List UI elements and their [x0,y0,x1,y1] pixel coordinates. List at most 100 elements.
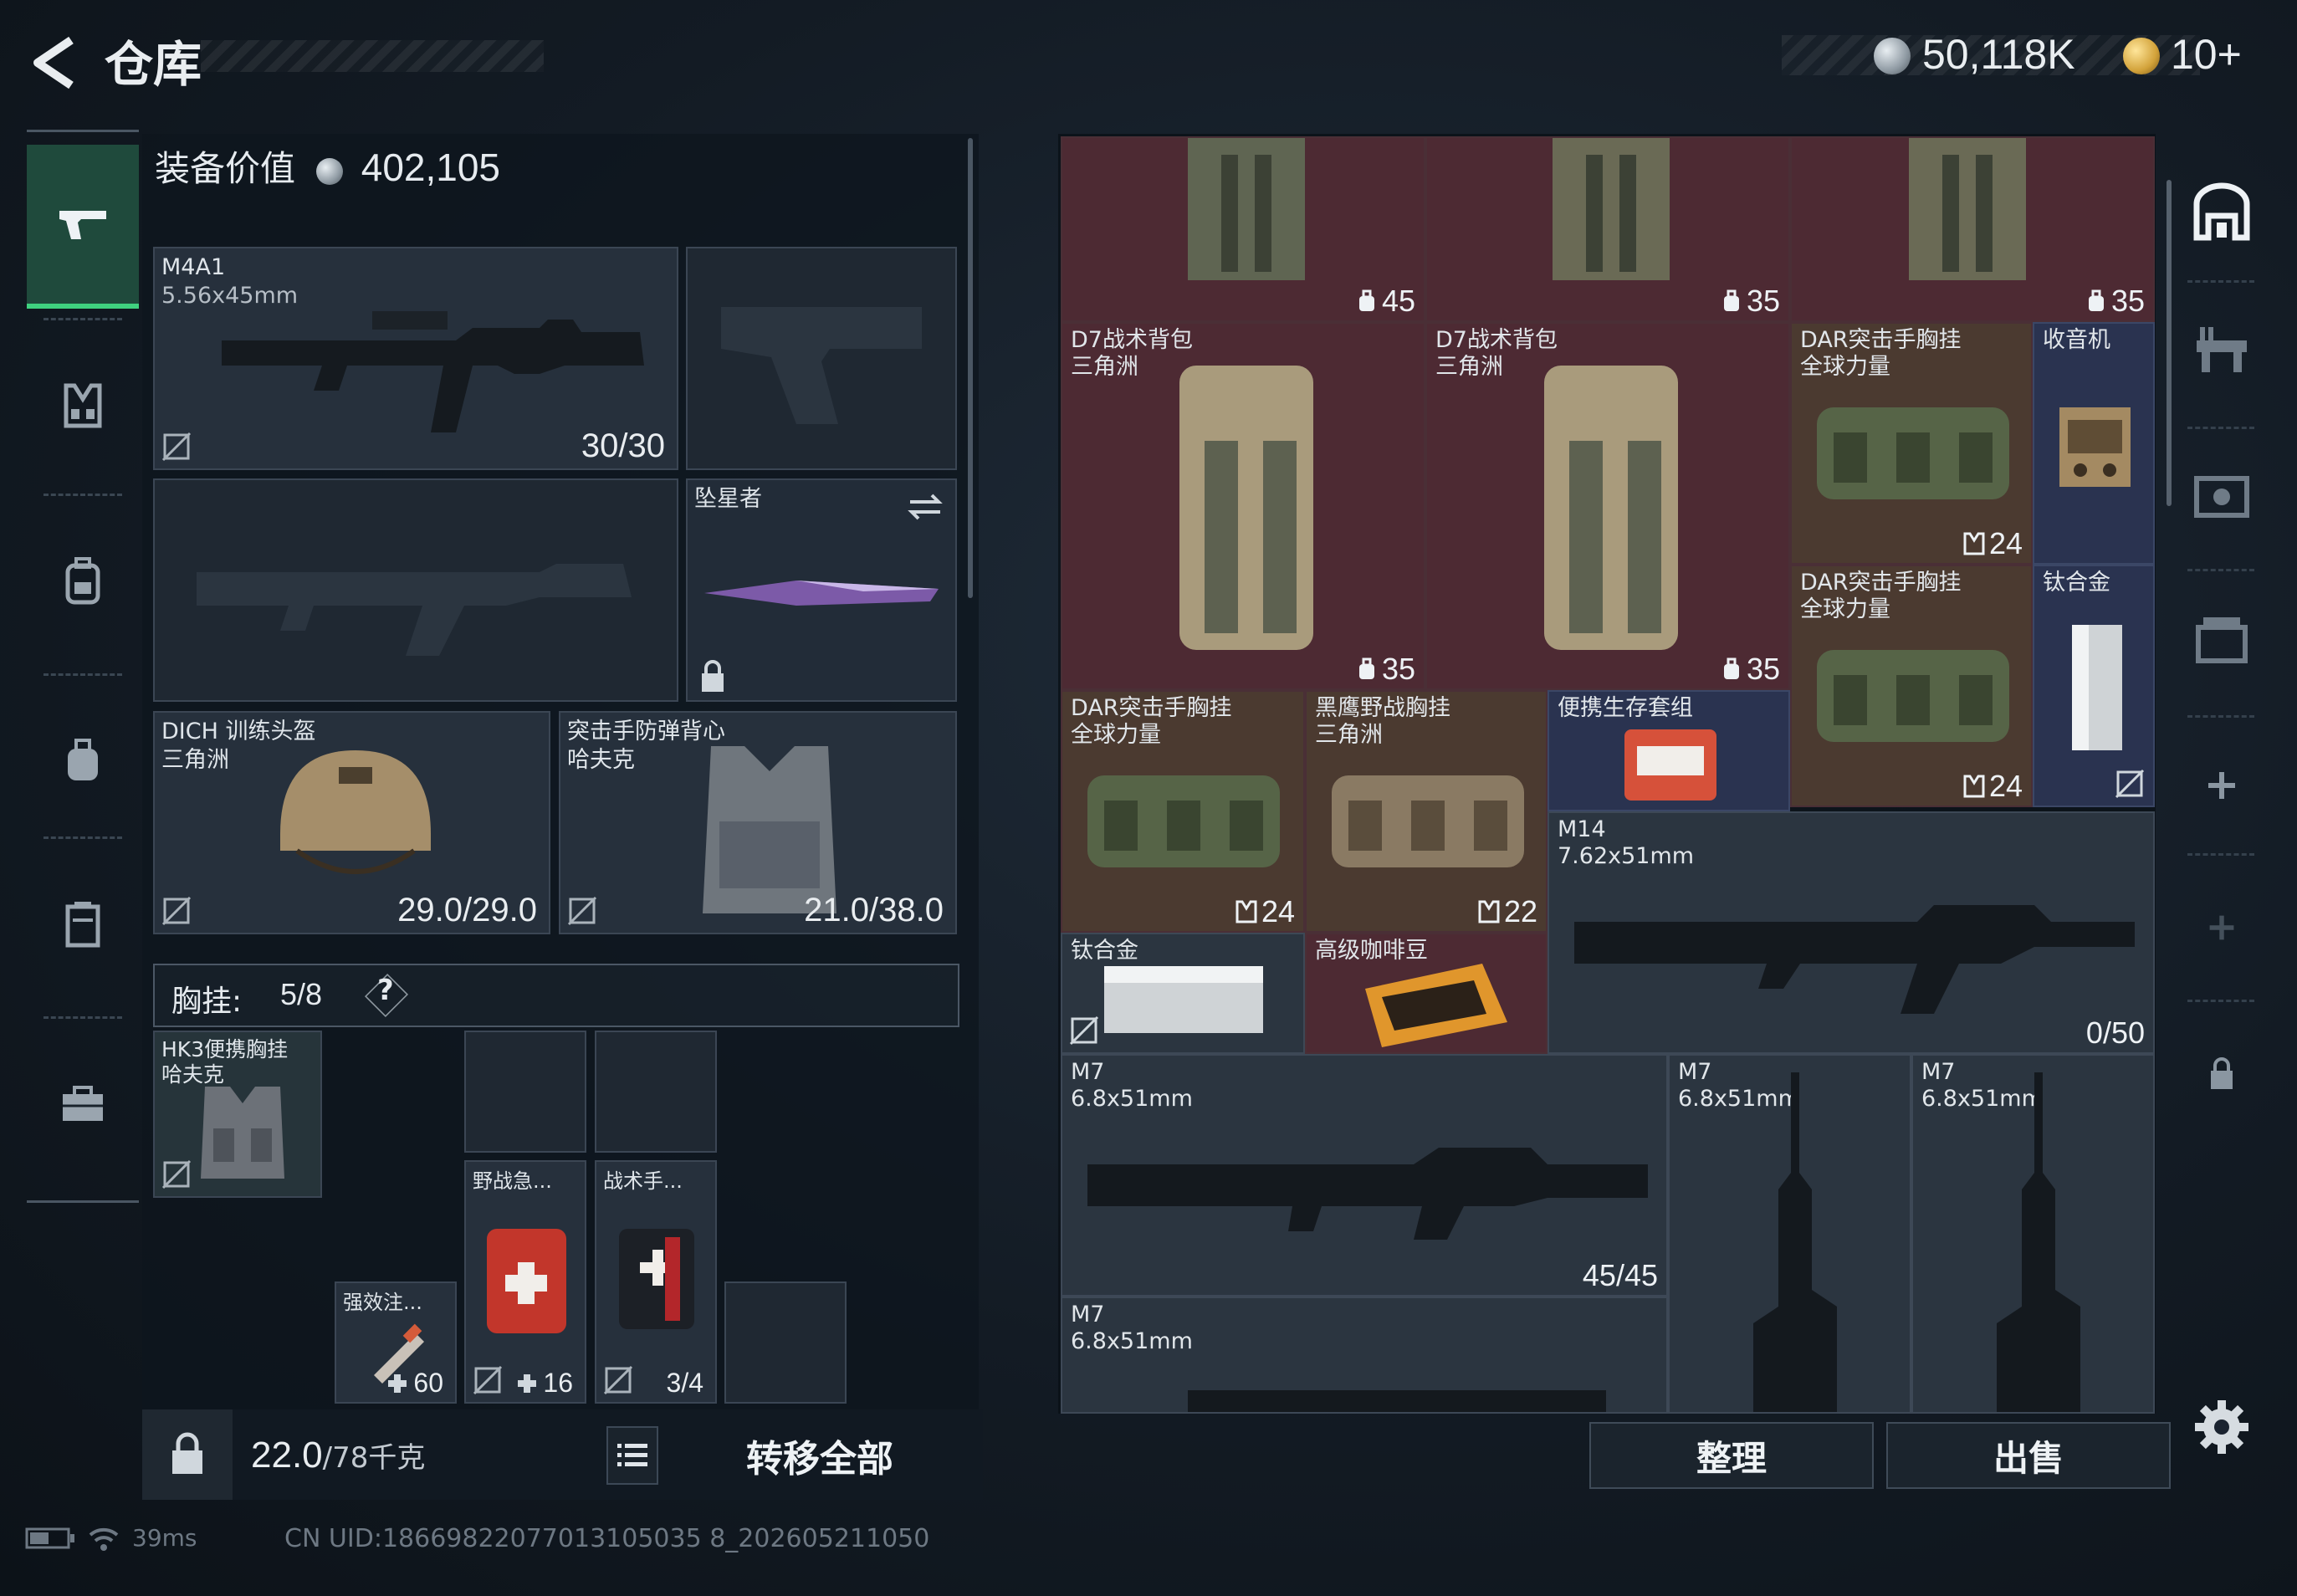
helmet-source: 三角洲 [161,747,229,773]
armor-source: 哈夫克 [567,747,635,773]
rifle-image [1188,1390,1606,1412]
rig-empty-slot[interactable] [464,1031,586,1153]
weapon-workbench-tab[interactable] [2185,314,2259,387]
ping-value: 39ms [132,1524,197,1552]
storage-item-titanium[interactable]: 钛合金 [1061,933,1305,1054]
wifi-icon [89,1527,119,1551]
item-capacity: 45 [1355,284,1415,319]
chest-rig-image [1332,775,1524,867]
melee-name: 坠星者 [694,486,762,512]
backpack-image [1544,366,1678,650]
workshop-tab[interactable] [2185,460,2259,534]
rig-empty-slot[interactable] [595,1031,717,1153]
transfer-all-button[interactable]: 转移全部 [669,1414,970,1497]
storage-item-dar-rig[interactable]: DAR突击手胸挂 全球力量 24 [1790,565,2033,807]
item-name: 强效注... [343,1291,422,1314]
warehouse-tab[interactable] [2185,176,2259,249]
nav-backpack[interactable] [27,498,139,665]
storage-item-m7[interactable]: M7 6.8x51mm [1061,1297,1668,1414]
back-arrow-icon[interactable] [25,33,84,92]
melee-slot[interactable]: 坠星者 [686,478,957,702]
ammo-count: 30/30 [581,427,665,464]
equipment-value-amount: 402,105 [361,146,501,189]
chest-rig-icon [64,383,102,428]
capacity-value: 24 [1261,894,1295,928]
storage-item-survival-kit[interactable]: 便携生存套组 [1548,690,1790,811]
insurance-off-icon [161,896,192,926]
chest-rig-small-icon [1478,900,1500,923]
chest-rig-small-icon [1235,900,1257,923]
pouch-icon [68,739,98,780]
gear-icon[interactable] [2192,1397,2252,1457]
storage-item-m14[interactable]: M14 7.62x51mm 0/50 [1548,811,2155,1054]
chest-rig-slot[interactable]: HK3便携胸挂 哈夫克 [153,1031,322,1198]
item-name: DAR突击手胸挂 全球力量 [1800,327,1962,380]
storage-item-backpack[interactable]: 35 [1425,136,1790,322]
nav-weapons[interactable] [27,145,139,309]
carry-weight-value: 22.0 [251,1435,323,1476]
storage-item-m7[interactable]: M7 6.8x51mm [1668,1054,1911,1414]
organize-button[interactable]: 整理 [1589,1422,1874,1489]
sell-button[interactable]: 出售 [1886,1422,2171,1489]
rig-item-first-aid[interactable]: 野战急... 16 [464,1160,586,1404]
backpack-small-icon [2088,289,2104,311]
rifle-vertical-image [1997,1072,2080,1412]
chest-rig-image [1087,775,1280,867]
nav-briefcase[interactable] [27,1021,139,1188]
rig-title: HK3便携胸挂 [161,1037,289,1061]
capacity-value: 24 [1988,769,2023,803]
titanium-ingot-image [2072,625,2122,750]
item-name: 收音机 [2043,327,2110,353]
storage-item-m7[interactable]: M7 6.8x51mm 45/45 [1061,1054,1668,1297]
rig-item-tactical-kit[interactable]: 战术手... 3/4 [595,1160,717,1404]
storage-item-coffee-beans[interactable]: 高级咖啡豆 [1305,933,1548,1054]
capacity-value: 45 [1381,284,1415,318]
storage-item-dar-rig[interactable]: DAR突击手胸挂 全球力量 24 [1061,690,1305,933]
help-icon[interactable]: ? [377,974,394,1007]
weapon-name: M4A1 [161,254,226,280]
helmet-slot[interactable]: DICH 训练头盔 三角洲 29.0/29.0 [153,711,550,934]
secondary-weapon-slot[interactable] [153,478,678,702]
storage-item-blackhawk-rig[interactable]: 黑鹰野战胸挂 三角洲 22 [1305,690,1548,933]
rifle-vertical-image [1753,1072,1837,1412]
storage-item-d7-backpack[interactable]: D7战术背包 三角洲 35 [1061,322,1425,690]
archive-tab[interactable] [2185,602,2259,676]
storage-item-dar-rig[interactable]: DAR突击手胸挂 全球力量 24 [1790,322,2033,565]
storage-scrollbar[interactable] [2167,180,2172,506]
user-uid: CN UID:18669822077013105035 8_2026052110… [284,1524,930,1553]
lock-button[interactable] [142,1409,233,1500]
armor-slot[interactable]: 突击手防弹背心 哈夫克 21.0/38.0 [559,711,957,934]
top-bar: 仓库 50,118K 10+ [0,0,2297,117]
survival-kit-image [1624,729,1716,801]
storage-item-backpack[interactable]: 35 [1790,136,2155,322]
pistol-slot[interactable] [686,247,957,470]
item-name: 黑鹰野战胸挂 三角洲 [1315,695,1450,748]
item-capacity: 24 [1962,526,2023,561]
plus-icon [2209,915,2234,940]
primary-weapon-slot[interactable]: M4A1 5.56x45mm 30/30 [153,247,678,470]
storage-item-d7-backpack[interactable]: D7战术背包 三角洲 35 [1425,322,1790,690]
item-name: DAR突击手胸挂 全球力量 [1071,695,1232,748]
rifle-placeholder-icon [197,564,632,656]
item-name: 战术手... [603,1169,683,1193]
silver-coin-amount[interactable]: 50,118K [1922,30,2075,79]
helmet-image [280,750,431,874]
storage-item-m7[interactable]: M7 6.8x51mm [1911,1054,2155,1414]
battery-icon [25,1527,74,1548]
list-view-button[interactable] [606,1426,658,1485]
insurance-off-icon [1069,1015,1099,1046]
nav-pouch[interactable] [27,678,139,845]
swap-icon[interactable] [907,492,944,522]
equipment-scrollbar[interactable] [968,138,973,598]
nav-chest-rig[interactable] [27,322,139,489]
rig-empty-slot[interactable] [724,1281,847,1404]
archive-icon [2196,617,2248,663]
add-tab-button[interactable] [2185,749,2259,822]
rig-item-injector[interactable]: 强效注... 60 [335,1281,457,1404]
nav-safe-case[interactable] [27,841,139,1008]
storage-item-titanium[interactable]: 钛合金 [2033,565,2155,807]
storage-item-radio[interactable]: 收音机 [2033,322,2155,565]
rifle-image [222,311,644,432]
gold-coin-amount[interactable]: 10+ [2171,30,2242,79]
storage-item-backpack[interactable]: 45 [1061,136,1425,322]
